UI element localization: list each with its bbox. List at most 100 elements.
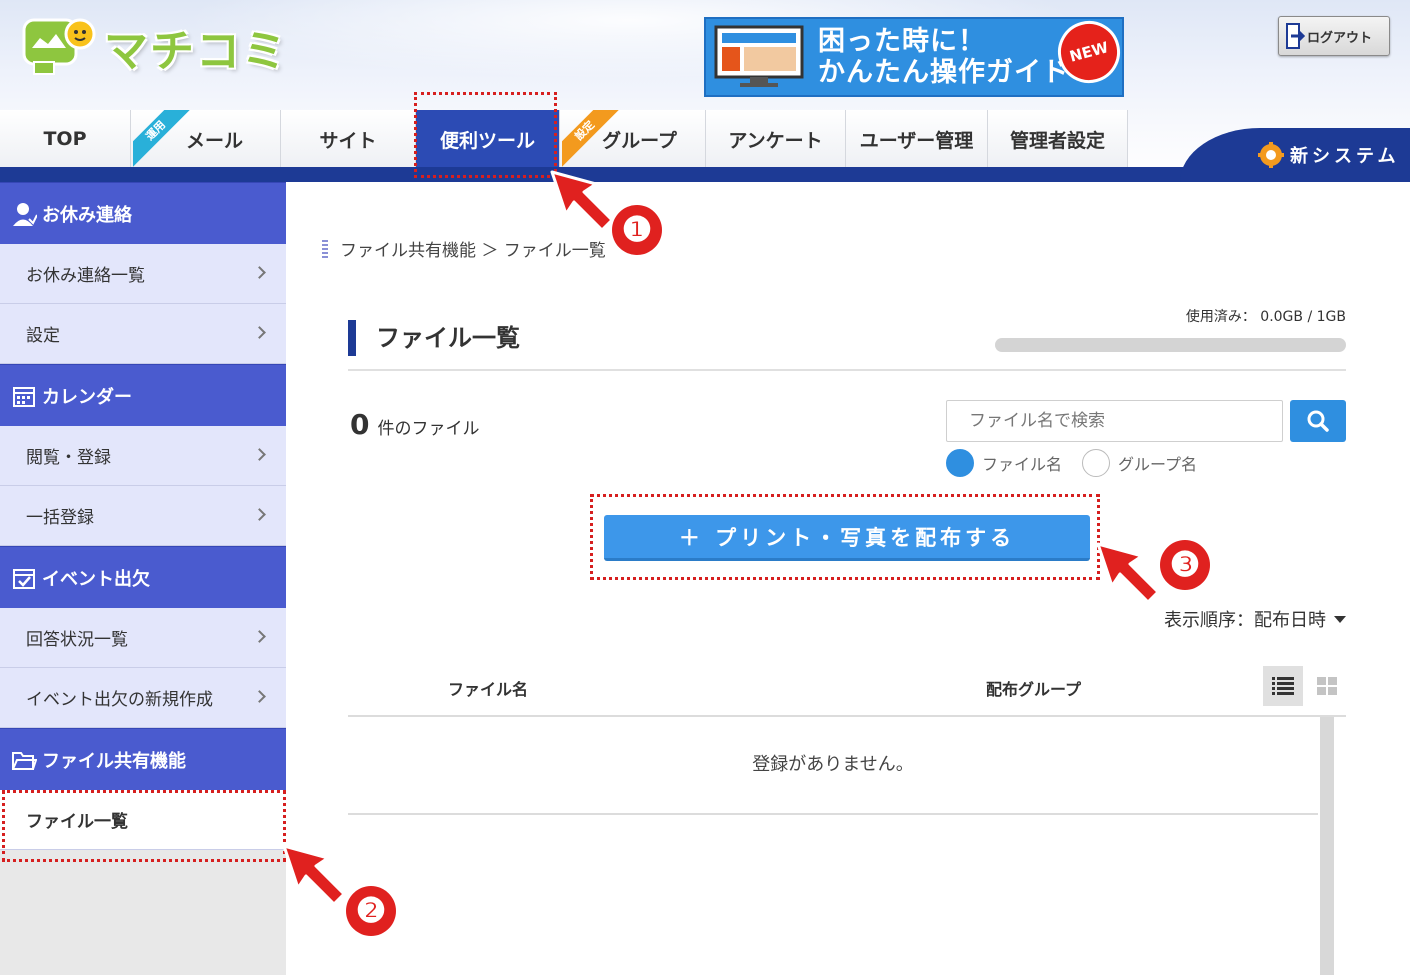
- file-count: 0 件のファイル: [350, 408, 479, 441]
- sidebar-section-title: イベント出欠: [42, 568, 150, 590]
- gear-icon: [1258, 142, 1284, 168]
- search-scope-radios: ファイル名 グループ名: [946, 449, 1217, 477]
- highlight-box-tools-tab: [414, 92, 557, 178]
- radio-groupname-label: グループ名: [1118, 455, 1198, 474]
- pointer-arrow-icon: [1096, 542, 1160, 604]
- sidebar-item-label: 一括登録: [26, 508, 94, 528]
- grid-view-button[interactable]: [1308, 666, 1346, 706]
- nav-tab-label: サイト: [319, 129, 377, 152]
- sidebar-item-bulk-register[interactable]: 一括登録: [0, 486, 286, 546]
- sidebar-section-event: イベント出欠: [0, 546, 286, 608]
- file-count-suffix: 件のファイル: [377, 419, 480, 439]
- banner-text: 困った時に！ かんたん操作ガイド: [818, 26, 1070, 88]
- nav-tab-label: TOP: [43, 128, 87, 150]
- logo[interactable]: マチコミ: [20, 12, 288, 82]
- nav-tab-site[interactable]: サイト: [281, 110, 416, 168]
- grid-view-icon: [1317, 677, 1337, 695]
- step-badge-2: ❷: [346, 886, 396, 936]
- table-header-divider: [348, 715, 1346, 717]
- sort-order-label: 表示順序：配布日時: [1164, 610, 1326, 631]
- storage-usage-bar: [995, 338, 1346, 352]
- sidebar-section-title: カレンダー: [42, 386, 132, 408]
- monitor-icon: [714, 25, 804, 87]
- ribbon-label: 設定: [562, 110, 620, 168]
- pointer-arrow-icon: [282, 844, 346, 906]
- logo-mark-icon: [22, 18, 96, 75]
- main-nav: TOP 運用 メール サイト 便利ツール 設定 グループ アンケート ユーザー管…: [0, 110, 1128, 168]
- list-view-button[interactable]: [1263, 666, 1303, 706]
- sidebar-item-response-status[interactable]: 回答状況一覧: [0, 608, 286, 668]
- list-view-icon: [1272, 677, 1294, 695]
- table-divider: [348, 813, 1318, 815]
- highlight-box-distribute: [590, 494, 1100, 580]
- column-header-group: 配布グループ: [986, 680, 1082, 699]
- step-badge-1: ❶: [612, 205, 662, 255]
- nav-tab-admin-settings[interactable]: 管理者設定: [988, 110, 1128, 168]
- sidebar-item-label: 回答状況一覧: [26, 630, 128, 650]
- search-button[interactable]: [1290, 400, 1346, 442]
- sidebar-item-label: イベント出欠の新規作成: [26, 690, 213, 710]
- breadcrumb-text[interactable]: ファイル共有機能 ＞ ファイル一覧: [340, 236, 606, 261]
- file-count-number: 0: [350, 408, 370, 441]
- logout-icon: [1286, 23, 1305, 49]
- table-scrollbar[interactable]: [1320, 717, 1334, 975]
- search-input[interactable]: [946, 400, 1283, 442]
- sidebar-item-label: 閲覧・登録: [26, 448, 111, 468]
- nav-tab-mail[interactable]: 運用 メール: [131, 110, 281, 168]
- sidebar-section-absence: お休み連絡: [0, 182, 286, 244]
- nav-tab-label: ユーザー管理: [859, 129, 974, 152]
- chevron-right-icon: [253, 690, 266, 703]
- sidebar-section-title: ファイル共有機能: [42, 750, 186, 772]
- calendar-check-icon: [10, 564, 38, 592]
- caret-down-icon: [1334, 615, 1346, 623]
- empty-table-message: 登録がありません。: [752, 754, 914, 775]
- ribbon-badge: 運用: [133, 110, 191, 168]
- chevron-right-icon: [253, 326, 266, 339]
- sidebar-item-label: お休み連絡一覧: [26, 266, 145, 286]
- step-badge-3: ❸: [1160, 540, 1210, 590]
- nav-tab-user-admin[interactable]: ユーザー管理: [846, 110, 988, 168]
- folder-icon: [10, 746, 38, 774]
- sidebar-section-title: お休み連絡: [42, 204, 132, 226]
- sort-order-dropdown[interactable]: 表示順序：配布日時: [1164, 606, 1346, 632]
- logout-label: ログアウト: [1307, 30, 1373, 46]
- pointer-arrow-icon: [550, 170, 614, 232]
- nav-tab-survey[interactable]: アンケート: [706, 110, 846, 168]
- sidebar-section-calendar: カレンダー: [0, 364, 286, 426]
- sidebar-item-absence-settings[interactable]: 設定: [0, 304, 286, 364]
- nav-tab-label: 管理者設定: [1009, 129, 1105, 152]
- guide-banner[interactable]: 困った時に！ かんたん操作ガイド NEW: [704, 14, 1127, 97]
- sidebar-item-absence-list[interactable]: お休み連絡一覧: [0, 244, 286, 304]
- banner-line2: かんたん操作ガイド: [818, 57, 1070, 88]
- radio-filename[interactable]: [946, 449, 974, 477]
- sidebar-section-file-share: ファイル共有機能: [0, 728, 286, 790]
- ribbon-label: 運用: [133, 110, 191, 168]
- page-title: ファイル一覧: [348, 320, 520, 356]
- title-divider: [348, 369, 1346, 371]
- sidebar-item-calendar-view[interactable]: 閲覧・登録: [0, 426, 286, 486]
- sidebar-item-label: 設定: [26, 326, 60, 346]
- storage-usage-label: 使用済み： 0.0GB / 1GB: [1185, 309, 1346, 325]
- new-system-label: 新システム: [1290, 146, 1400, 167]
- chevron-right-icon: [253, 630, 266, 643]
- logout-button[interactable]: ログアウト: [1278, 16, 1390, 56]
- nav-tab-label: メール: [185, 129, 243, 152]
- nav-tab-top[interactable]: TOP: [0, 110, 131, 168]
- breadcrumb: ファイル共有機能 ＞ ファイル一覧: [322, 236, 606, 261]
- breadcrumb-grip-icon: [322, 239, 328, 258]
- column-header-filename: ファイル名: [448, 680, 529, 699]
- ribbon-badge: 設定: [562, 110, 620, 168]
- sidebar-item-new-event[interactable]: イベント出欠の新規作成: [0, 668, 286, 728]
- banner-line1: 困った時に！: [818, 26, 986, 57]
- chevron-right-icon: [253, 266, 266, 279]
- radio-groupname[interactable]: [1082, 449, 1111, 477]
- calendar-icon: [10, 382, 38, 410]
- search-icon: [1307, 410, 1329, 432]
- logo-text: マチコミ: [104, 26, 288, 77]
- nav-tab-label: アンケート: [728, 129, 823, 152]
- chevron-right-icon: [253, 448, 266, 461]
- highlight-box-file-list: [2, 790, 286, 862]
- chevron-right-icon: [253, 508, 266, 521]
- nav-tab-group[interactable]: 設定 グループ: [560, 110, 706, 168]
- radio-filename-label: ファイル名: [982, 455, 1063, 474]
